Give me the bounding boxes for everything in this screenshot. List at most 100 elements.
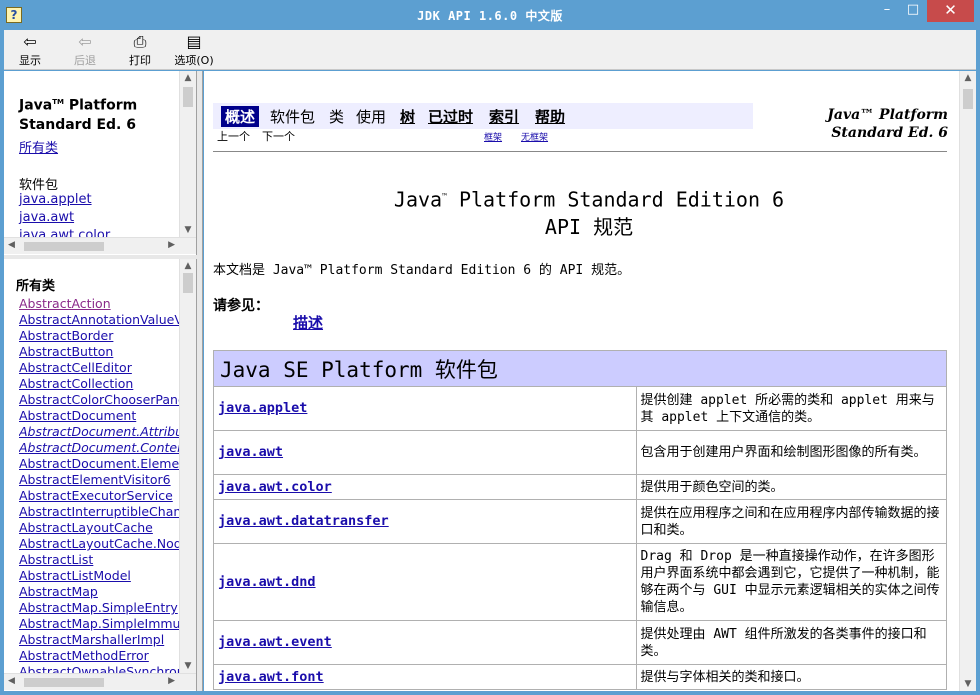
nav-deprecated[interactable]: 已过时 bbox=[428, 106, 473, 127]
class-link[interactable]: AbstractBorder bbox=[19, 328, 179, 344]
table-row: java.awt.font 提供与字体相关的类和接口。 bbox=[213, 664, 947, 690]
header-line-1: Java™ Platform bbox=[827, 107, 948, 123]
scroll-down-icon[interactable]: ▼ bbox=[180, 661, 196, 671]
class-link[interactable]: AbstractElementVisitor6 bbox=[19, 472, 179, 488]
nav-index[interactable]: 索引 bbox=[489, 106, 519, 127]
horizontal-scrollbar[interactable]: ◀ ▶ bbox=[4, 673, 196, 690]
scroll-down-icon[interactable]: ▼ bbox=[180, 225, 196, 235]
title-java: Java bbox=[19, 97, 53, 114]
class-link[interactable]: AbstractMethodError bbox=[19, 648, 179, 664]
back-button[interactable]: ⇦ 后退 bbox=[65, 32, 105, 68]
vertical-scrollbar[interactable]: ▲ ▼ bbox=[959, 71, 976, 691]
close-button[interactable]: ✕ bbox=[927, 0, 974, 22]
package-link[interactable]: java.awt bbox=[19, 210, 110, 228]
class-link[interactable]: AbstractButton bbox=[19, 344, 179, 360]
class-link[interactable]: AbstractDocument.AttributeContext bbox=[19, 424, 179, 440]
package-link[interactable]: java.applet bbox=[19, 192, 110, 210]
maximize-button[interactable]: □ bbox=[900, 0, 926, 22]
horizontal-scrollbar[interactable]: ◀ ▶ bbox=[4, 237, 196, 254]
table-header: Java SE Platform 软件包 bbox=[213, 350, 947, 387]
printer-icon: ⎙ bbox=[133, 32, 147, 51]
class-list-frame: 所有类 AbstractAction AbstractAnnotationValu… bbox=[4, 259, 197, 691]
package-link[interactable]: java.awt.event bbox=[218, 634, 332, 650]
nav-use: 使用 bbox=[356, 108, 387, 126]
all-classes-title: 所有类 bbox=[16, 279, 56, 294]
class-link[interactable]: AbstractAction bbox=[19, 296, 179, 312]
show-label: 显示 bbox=[19, 54, 41, 67]
class-link[interactable]: AbstractMarshallerImpl bbox=[19, 632, 179, 648]
trademark: TM bbox=[52, 98, 64, 106]
scroll-thumb[interactable] bbox=[24, 678, 104, 687]
package-link[interactable]: java.awt.font bbox=[218, 669, 324, 685]
class-link[interactable]: AbstractDocument.Content bbox=[19, 440, 179, 456]
class-link[interactable]: AbstractAnnotationValueVisitor6 bbox=[19, 312, 179, 328]
class-link[interactable]: AbstractMap.SimpleEntry bbox=[19, 600, 179, 616]
nav-tree[interactable]: 树 bbox=[400, 106, 415, 127]
scroll-up-icon[interactable]: ▲ bbox=[180, 261, 196, 271]
class-link[interactable]: AbstractList bbox=[19, 552, 179, 568]
class-link[interactable]: AbstractDocument bbox=[19, 408, 179, 424]
options-button[interactable]: ▤ 选项(O) bbox=[170, 32, 218, 68]
scroll-left-icon[interactable]: ◀ bbox=[8, 676, 15, 686]
header-platform-name: Java™ Platform Standard Ed. 6 bbox=[827, 106, 948, 142]
scroll-left-icon[interactable]: ◀ bbox=[8, 240, 15, 250]
package-description: 包含用于创建用户界面和绘制图形图像的所有类。 bbox=[635, 430, 947, 475]
packages-label: 软件包 bbox=[19, 178, 59, 193]
header-line-2: Standard Ed. 6 bbox=[831, 125, 948, 141]
class-link[interactable]: AbstractListModel bbox=[19, 568, 179, 584]
print-button[interactable]: ⎙ 打印 bbox=[120, 32, 160, 68]
title-bar: ? JDK API 1.6.0 中文版 – □ ✕ bbox=[0, 0, 980, 30]
class-link[interactable]: AbstractMap.SimpleImmutableEntry bbox=[19, 616, 179, 632]
class-link[interactable]: AbstractLayoutCache.NodeDimensions bbox=[19, 536, 179, 552]
class-link[interactable]: AbstractCollection bbox=[19, 376, 179, 392]
scroll-right-icon[interactable]: ▶ bbox=[168, 240, 175, 250]
package-name-cell: java.awt.datatransfer bbox=[213, 499, 637, 544]
class-link[interactable]: AbstractExecutorService bbox=[19, 488, 179, 504]
vertical-scrollbar[interactable]: ▲ ▼ bbox=[179, 71, 196, 237]
package-link[interactable]: java.awt bbox=[218, 444, 283, 460]
scroll-right-icon[interactable]: ▶ bbox=[168, 676, 175, 686]
divider bbox=[213, 151, 947, 152]
scroll-thumb[interactable] bbox=[183, 273, 193, 293]
scroll-thumb[interactable] bbox=[963, 89, 973, 109]
package-link[interactable]: java.awt.dnd bbox=[218, 574, 316, 590]
description-link[interactable]: 描述 bbox=[293, 312, 323, 333]
class-link[interactable]: AbstractCellEditor bbox=[19, 360, 179, 376]
scroll-thumb[interactable] bbox=[24, 242, 104, 251]
no-frames-link[interactable]: 无框架 bbox=[521, 130, 548, 143]
frames-link[interactable]: 框架 bbox=[484, 130, 502, 143]
window-title: JDK API 1.6.0 中文版 bbox=[417, 9, 563, 23]
scroll-down-icon[interactable]: ▼ bbox=[960, 679, 976, 689]
scroll-up-icon[interactable]: ▲ bbox=[180, 73, 196, 83]
top-navbar: 概述 软件包 类 使用 树 已过时 索引 帮助 bbox=[213, 103, 753, 129]
table-row: java.awt.color 提供用于颜色空间的类。 bbox=[213, 474, 947, 500]
prev-label: 上一个 bbox=[217, 130, 250, 143]
package-name-cell: java.awt.font bbox=[213, 664, 637, 690]
title-java: Java bbox=[393, 187, 443, 212]
page-title: Java™ Platform Standard Edition 6 API 规范 bbox=[204, 183, 974, 241]
package-list-frame: JavaTM Platform Standard Ed. 6 所有类 软件包 j… bbox=[4, 71, 197, 255]
title-api-spec: API 规范 bbox=[544, 214, 634, 239]
show-button[interactable]: ⇦ 显示 bbox=[10, 32, 50, 68]
class-link[interactable]: AbstractDocument.ElementEdit bbox=[19, 456, 179, 472]
package-link[interactable]: java.awt.color bbox=[218, 479, 332, 495]
scroll-up-icon[interactable]: ▲ bbox=[960, 73, 976, 83]
nav-help[interactable]: 帮助 bbox=[535, 106, 565, 127]
class-link[interactable]: AbstractInterruptibleChannel bbox=[19, 504, 179, 520]
package-link[interactable]: java.awt.datatransfer bbox=[218, 513, 389, 529]
vertical-splitter[interactable] bbox=[197, 71, 203, 691]
scroll-thumb[interactable] bbox=[183, 87, 193, 107]
all-classes-link[interactable]: 所有类 bbox=[19, 137, 58, 156]
class-link[interactable]: AbstractColorChooserPanel bbox=[19, 392, 179, 408]
back-label: 后退 bbox=[74, 54, 96, 67]
class-link[interactable]: AbstractLayoutCache bbox=[19, 520, 179, 536]
nav-overview: 概述 bbox=[221, 106, 260, 127]
title-platform: Platform bbox=[63, 97, 138, 114]
package-table: Java SE Platform 软件包 java.applet 提供创建 app… bbox=[213, 350, 947, 690]
class-link[interactable]: AbstractMap bbox=[19, 584, 179, 600]
package-link[interactable]: java.applet bbox=[218, 400, 307, 416]
minimize-button[interactable]: – bbox=[874, 0, 900, 22]
vertical-scrollbar[interactable]: ▲ ▼ bbox=[179, 259, 196, 673]
platform-title: JavaTM Platform Standard Ed. 6 bbox=[19, 93, 137, 135]
package-description: 提供在应用程序之间和在应用程序内部传输数据的接口和类。 bbox=[635, 499, 947, 544]
